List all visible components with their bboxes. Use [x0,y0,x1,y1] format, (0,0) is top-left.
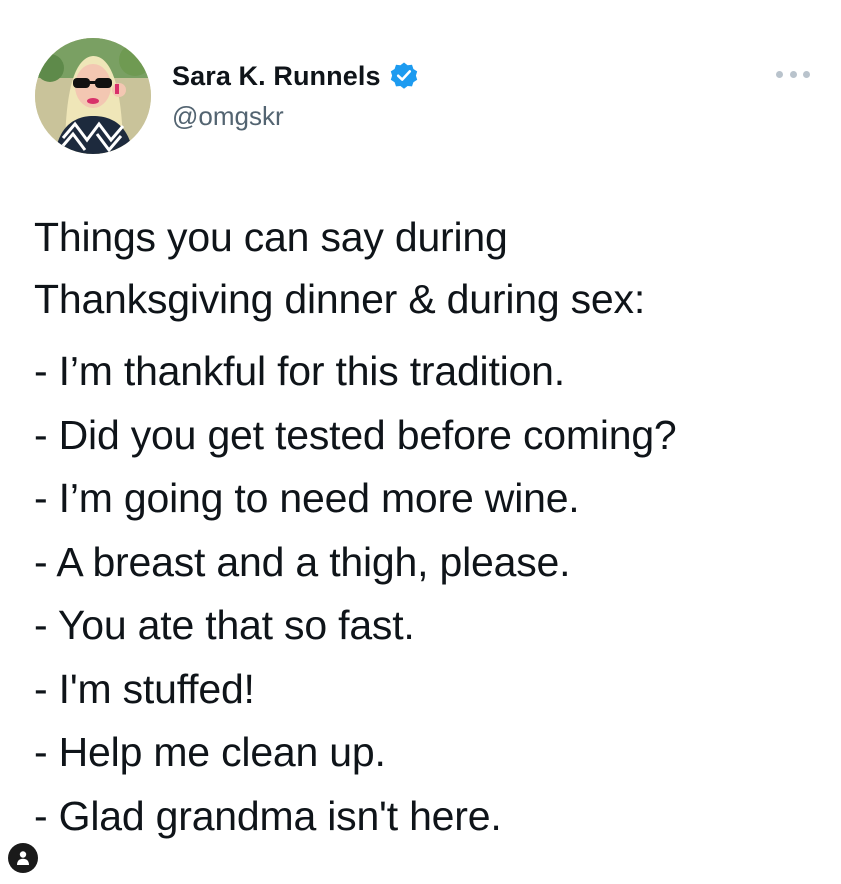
verified-badge-icon [389,61,419,91]
tweet-intro-line: Thanksgiving dinner & during sex: [34,276,646,322]
more-dot [776,70,783,78]
tweet-text: Things you can say during Thanksgiving d… [34,206,834,848]
list-item: - I'm stuffed! [34,665,255,712]
list-item: - I’m going to need more wine. [34,475,580,521]
more-dot [789,70,797,78]
author-avatar[interactable] [35,38,151,154]
more-dot [803,70,810,78]
author-display-name[interactable]: Sara K. Runnels [172,61,381,92]
tweet-intro: Things you can say during Thanksgiving d… [34,206,834,330]
tweet-intro-line: Things you can say during [34,214,508,260]
list-item: - Glad grandma isn't here. [34,792,502,839]
avatar-image [35,38,151,154]
tweet-list: - I’m thankful for this tradition. - Did… [34,340,834,848]
user-profile-icon[interactable] [8,843,38,873]
author-handle[interactable]: @omgskr [172,101,284,132]
list-item: - Help me clean up. [34,729,386,775]
list-item: - You ate that so fast. [34,602,415,648]
list-item: - A breast and a thigh, please. [34,538,571,585]
list-item: - I’m thankful for this tradition. [34,348,565,394]
more-options-icon[interactable] [776,66,810,82]
list-item: - Did you get tested before coming? [34,411,677,458]
author-name-row[interactable]: Sara K. Runnels [172,58,419,94]
tweet-card: Sara K. Runnels @omgskr Things you can s… [0,0,841,884]
